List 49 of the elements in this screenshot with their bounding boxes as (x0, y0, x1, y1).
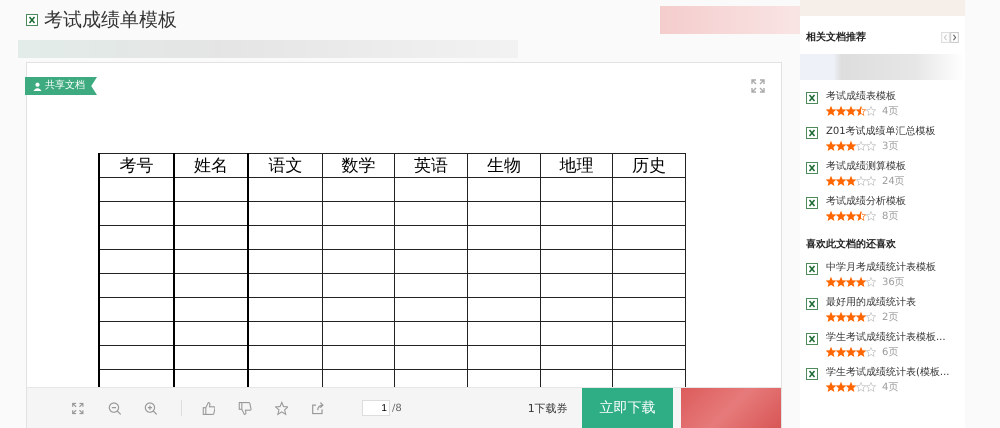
column-header: 考号 (99, 154, 174, 178)
page-count: 4页 (882, 381, 898, 394)
document-link[interactable]: 考试成绩表模板 (826, 90, 898, 104)
page-count: 2页 (882, 311, 898, 324)
zoom-out-icon[interactable] (108, 400, 122, 416)
document-link[interactable]: 考试成绩测算模板 (826, 160, 906, 174)
document-link[interactable]: 考试成绩分析模板 (826, 195, 906, 209)
page-count: 24页 (882, 175, 905, 188)
shared-document-badge: 共享文档 (25, 77, 97, 95)
page-count: 6页 (882, 346, 898, 359)
excel-file-icon (806, 368, 818, 380)
thumbs-up-icon[interactable] (202, 400, 216, 416)
next-icon[interactable] (950, 32, 959, 42)
section-title: 相关文档推荐 (806, 30, 866, 44)
fullscreen-icon[interactable] (751, 79, 765, 93)
thumbs-down-icon[interactable] (238, 400, 252, 416)
star-icon[interactable] (274, 400, 288, 416)
zoom-in-icon[interactable] (144, 400, 158, 416)
excel-file-icon (806, 197, 818, 209)
excel-file-icon (26, 14, 38, 26)
document-title: 考试成绩单模板 (44, 8, 178, 33)
column-header: 语文 (248, 154, 322, 178)
column-header: 地理 (540, 154, 613, 178)
column-header: 姓名 (174, 154, 248, 178)
fullscreen-icon[interactable] (71, 400, 85, 416)
coupon-price: 1下载券 (528, 400, 568, 416)
document-link[interactable]: 学生考试成绩统计表(模板... (826, 366, 950, 380)
page-total: /8 (392, 402, 402, 414)
document-link[interactable]: 中学月考成绩统计表模板 (826, 261, 936, 275)
page-count: 36页 (882, 276, 905, 289)
page-number-field[interactable]: 1 (362, 400, 390, 416)
excel-file-icon (806, 92, 818, 104)
column-header: 英语 (394, 154, 468, 178)
page-count: 4页 (882, 105, 898, 118)
page-count: 8页 (882, 210, 898, 223)
excel-file-icon (806, 333, 818, 345)
page-count: 3页 (882, 140, 898, 153)
excel-file-icon (806, 127, 818, 139)
excel-file-icon (806, 263, 818, 275)
column-header: 生物 (467, 154, 540, 178)
excel-file-icon (806, 162, 818, 174)
column-header: 数学 (322, 154, 395, 178)
share-icon[interactable] (311, 400, 325, 416)
column-header: 历史 (612, 154, 686, 178)
document-link[interactable]: 学生考试成绩统计表模板... (826, 331, 946, 345)
section-title: 喜欢此文档的还喜欢 (806, 238, 896, 251)
excel-file-icon (806, 298, 818, 310)
document-link[interactable]: Z01考试成绩单汇总模板 (826, 125, 936, 139)
document-link[interactable]: 最好用的成绩统计表 (826, 296, 916, 310)
